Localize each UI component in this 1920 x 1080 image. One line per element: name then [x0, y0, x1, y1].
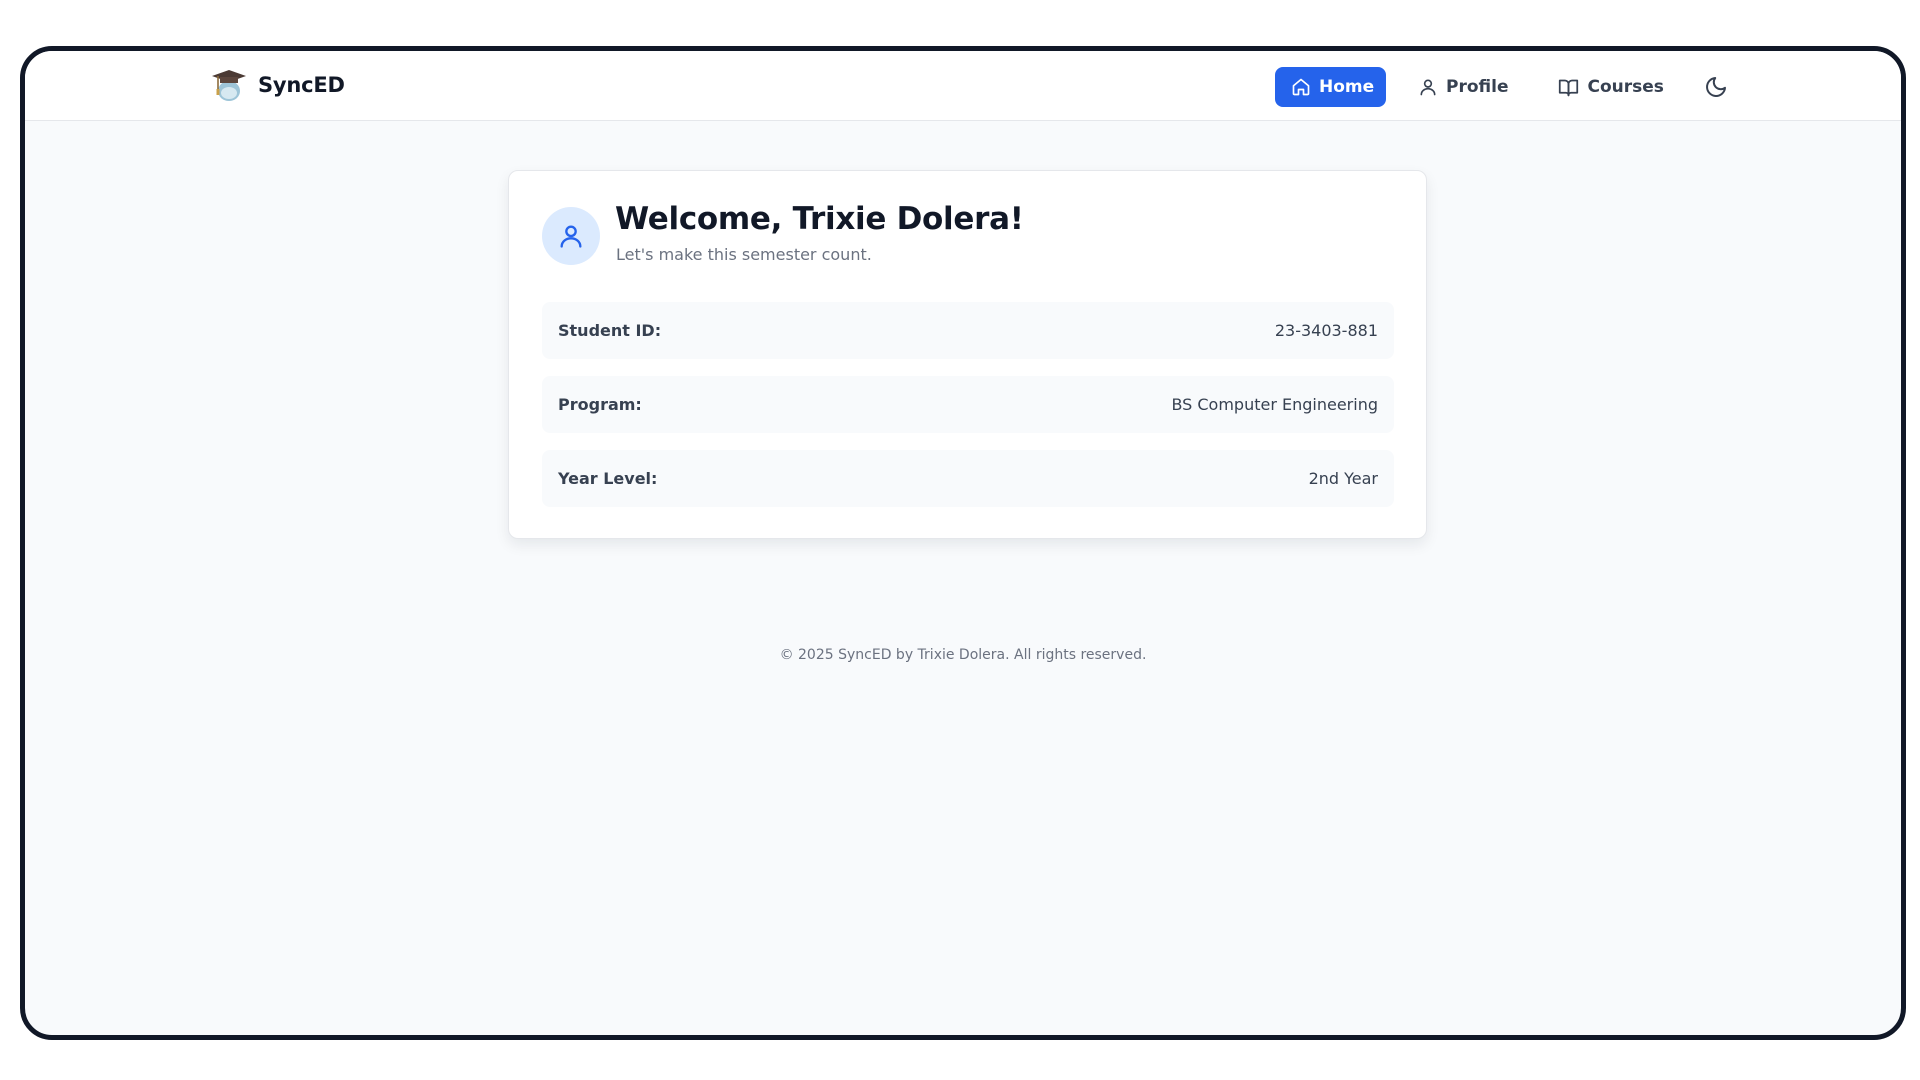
info-row-year-level: Year Level: 2nd Year: [542, 450, 1394, 507]
info-label: Student ID:: [558, 321, 662, 340]
welcome-title: Welcome, Trixie Dolera!: [615, 201, 1024, 237]
top-navbar: SyncED Home Profile Courses: [25, 51, 1901, 121]
info-row-program: Program: BS Computer Engineering: [542, 376, 1394, 433]
moon-icon: [1706, 77, 1726, 97]
nav-courses-button[interactable]: Courses: [1540, 67, 1681, 107]
user-icon: [560, 225, 582, 248]
home-icon: [1292, 78, 1310, 96]
avatar: [542, 207, 600, 265]
brand[interactable]: SyncED: [210, 66, 345, 104]
user-icon: [1420, 79, 1436, 96]
info-row-student-id: Student ID: 23-3403-881: [542, 302, 1394, 359]
graduation-cap-icon: [212, 70, 246, 101]
book-open-icon: [1559, 79, 1579, 96]
main-nav: Home Profile Courses: [1275, 67, 1736, 107]
app-window: SyncED Home Profile Courses Welcome, Tri…: [20, 46, 1906, 1040]
nav-home-button[interactable]: Home: [1275, 67, 1386, 107]
nav-home-label: Home: [1319, 77, 1375, 97]
nav-profile-label: Profile: [1446, 77, 1509, 97]
footer-copyright: © 2025 SyncED by Trixie Dolera. All righ…: [779, 647, 1147, 663]
theme-toggle-button[interactable]: [1696, 67, 1736, 107]
nav-courses-label: Courses: [1587, 77, 1664, 97]
info-label: Year Level:: [558, 469, 658, 488]
welcome-card: Welcome, Trixie Dolera! Let's make this …: [508, 170, 1427, 539]
nav-profile-button[interactable]: Profile: [1400, 67, 1526, 107]
brand-name: SyncED: [258, 73, 345, 97]
info-value: 23-3403-881: [1274, 321, 1378, 340]
info-value: BS Computer Engineering: [1171, 395, 1378, 414]
welcome-subtitle: Let's make this semester count.: [616, 245, 872, 264]
info-label: Program:: [558, 395, 642, 414]
info-value: 2nd Year: [1308, 469, 1378, 488]
